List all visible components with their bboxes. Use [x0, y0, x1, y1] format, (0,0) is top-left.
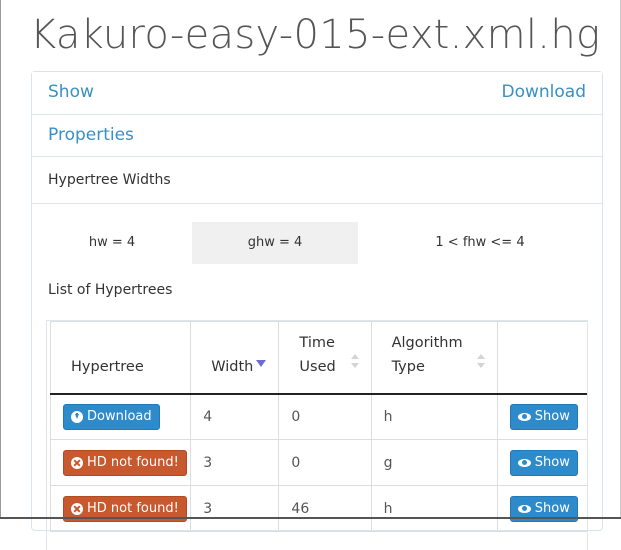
sort-descending-icon: [256, 360, 267, 367]
hypertree-cell: HD not found!: [49, 439, 192, 486]
hw-value: hw = 4: [88, 235, 136, 250]
width-cell: 4: [190, 393, 280, 440]
algorithm-type-cell: g: [370, 439, 498, 486]
eye-icon: [517, 412, 531, 421]
width-cell: 3: [190, 485, 280, 532]
time-used-cell: 0: [278, 439, 372, 486]
show-link[interactable]: Show: [48, 82, 94, 102]
download-icon: [71, 410, 83, 423]
hypertree-table: Hypertree Width Time Used Algorithm Type: [49, 321, 587, 532]
sort-icon: [350, 354, 361, 370]
hypertree-widths-label: Hypertree Widths: [48, 172, 171, 188]
hypertree-table-container: Hypertree Width Time Used Algorithm Type: [46, 320, 588, 550]
ghw-value: ghw = 4: [192, 222, 358, 264]
x-circle-icon: [71, 502, 83, 515]
eye-icon: [517, 504, 531, 513]
column-header-time-used[interactable]: Time Used: [278, 321, 372, 395]
show-row: Show Download: [32, 72, 602, 115]
table-row: HD not found! 3 0 g Show: [49, 439, 587, 486]
download-link[interactable]: Download: [501, 82, 586, 102]
column-header-algorithm-type[interactable]: Algorithm Type: [370, 321, 498, 395]
page-title: Kakuro-easy-015-ext.xml.hg: [30, 12, 601, 58]
window-left-border: [0, 0, 1, 519]
download-hypertree-button[interactable]: Download: [63, 403, 160, 430]
width-cell: 3: [190, 439, 280, 486]
algorithm-type-cell: h: [370, 485, 498, 532]
algorithm-type-cell: h: [370, 393, 498, 440]
sort-icon: [476, 354, 487, 370]
column-header-actions: [496, 321, 587, 395]
action-cell: Show: [496, 393, 587, 440]
properties-link[interactable]: Properties: [48, 125, 134, 145]
time-used-cell: 46: [278, 485, 372, 532]
details-panel: Show Download Properties Hypertree Width…: [31, 71, 603, 550]
properties-row: Properties: [32, 115, 602, 157]
list-of-hypertrees-label: List of Hypertrees: [48, 282, 173, 298]
column-header-hypertree[interactable]: Hypertree: [49, 321, 192, 395]
time-used-cell: 0: [278, 393, 372, 440]
show-hypertree-button[interactable]: Show: [509, 403, 578, 430]
table-row: HD not found! 3 46 h Show: [49, 485, 587, 532]
action-cell: Show: [496, 485, 587, 532]
hypertree-cell: Download: [49, 393, 192, 440]
table-header-row: Hypertree Width Time Used Algorithm Type: [49, 321, 587, 395]
column-header-width[interactable]: Width: [190, 321, 280, 395]
hd-not-found-button[interactable]: HD not found!: [63, 449, 187, 476]
eye-icon: [517, 458, 531, 467]
hypertree-cell: HD not found!: [49, 485, 192, 532]
fhw-value: 1 < fhw <= 4: [435, 235, 525, 250]
widths-summary: hw = 4 ghw = 4 1 < fhw <= 4: [32, 222, 602, 264]
x-circle-icon: [71, 456, 83, 469]
hypertree-widths-header: Hypertree Widths: [32, 157, 602, 204]
show-hypertree-button[interactable]: Show: [509, 449, 578, 476]
action-cell: Show: [496, 439, 587, 486]
table-row: Download 4 0 h Show: [49, 393, 587, 440]
